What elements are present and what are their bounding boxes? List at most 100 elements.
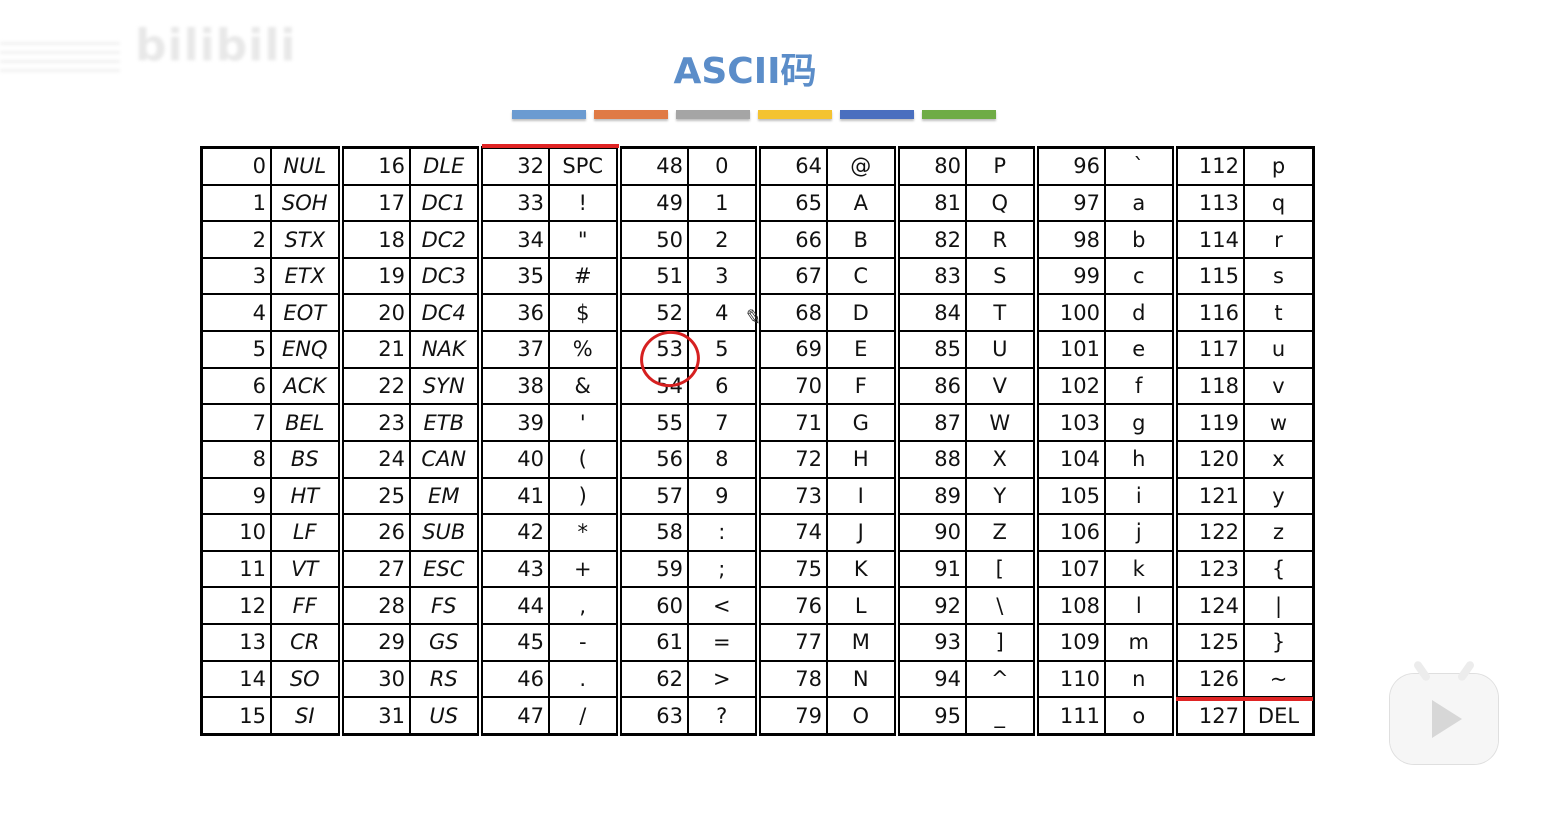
ascii-code: 92	[893, 586, 967, 625]
ascii-char: N	[826, 659, 898, 699]
ascii-code: 24	[337, 439, 411, 479]
ascii-char: &	[548, 366, 620, 406]
table-row: 7 BEL 23 ETB 39 ' 55 7 71 G 87 W 103 g 119 w	[200, 403, 1315, 442]
ascii-code: 47	[476, 696, 550, 736]
ascii-code: 73	[754, 476, 828, 516]
ascii-code: 14	[200, 659, 272, 699]
ascii-char: #	[548, 256, 620, 296]
ascii-char: DLE	[409, 146, 481, 186]
accent-bar	[922, 110, 996, 119]
ascii-char: ^	[965, 659, 1037, 699]
ascii-char: 3	[687, 256, 759, 296]
ascii-char: GS	[409, 622, 481, 662]
ascii-code: 105	[1032, 476, 1106, 516]
ascii-char: h	[1104, 439, 1176, 479]
ascii-code: 50	[615, 220, 689, 259]
table-row: 14 SO 30 RS 46. 62 >78 N 94 ^ 110 n 126 ~	[200, 659, 1315, 699]
ascii-code: 18	[337, 220, 411, 259]
ascii-code: 82	[893, 220, 967, 259]
ascii-char: DC1	[409, 183, 481, 223]
play-icon[interactable]	[1390, 659, 1498, 764]
ascii-char: @	[826, 146, 898, 186]
ascii-code: 127	[1171, 696, 1245, 736]
ascii-code: 19	[337, 256, 411, 296]
ascii-char: u	[1243, 330, 1315, 369]
table-row: 6 ACK 22 SYN 38 & 54 6 70 F 86 V 102 f 118 v	[200, 366, 1315, 406]
ascii-char: HT	[270, 476, 342, 516]
ascii-code: 1	[200, 183, 272, 223]
ascii-table: 0 NUL 16 DLE 32 SPC 48 0 64 @80 P 96 ` 112 p 1 SOH 17 DC1 3…	[200, 146, 1315, 736]
ascii-code: 9	[200, 476, 272, 516]
accent-bars	[512, 110, 996, 120]
ascii-char: f	[1104, 366, 1176, 406]
ascii-char: ?	[687, 696, 759, 736]
ascii-code: 67	[754, 256, 828, 296]
ascii-code: 30	[337, 659, 411, 699]
ascii-code: 107	[1032, 549, 1106, 589]
ascii-char: SO	[270, 659, 342, 699]
ascii-code: 44	[476, 586, 550, 625]
ascii-code: 116	[1171, 293, 1245, 333]
ascii-char: J	[826, 513, 898, 552]
table-row: 2 STX 18 DC2 34 " 50 2 66 B 82 R 98 b 114 r	[200, 220, 1315, 259]
ascii-code: 17	[337, 183, 411, 223]
ascii-char: U	[965, 330, 1037, 369]
ascii-code: 83	[893, 256, 967, 296]
ascii-char: \	[965, 586, 1037, 625]
ascii-char: RS	[409, 659, 481, 699]
ascii-code: 84	[893, 293, 967, 333]
ascii-char: ESC	[409, 549, 481, 589]
ascii-code: 78	[754, 659, 828, 699]
ascii-char: T	[965, 293, 1037, 333]
ascii-char: =	[687, 622, 759, 662]
ascii-char: I	[826, 476, 898, 516]
ascii-code: 94	[893, 659, 967, 699]
ascii-char: EM	[409, 476, 481, 516]
ascii-char: O	[826, 696, 898, 736]
ascii-code: 26	[337, 513, 411, 552]
ascii-char: FF	[270, 586, 342, 625]
ascii-char: m	[1104, 622, 1176, 662]
ascii-char: 7	[687, 403, 759, 442]
ascii-code: 122	[1171, 513, 1245, 552]
ascii-char: X	[965, 439, 1037, 479]
ascii-code: 125	[1171, 622, 1245, 662]
ascii-code: 46	[476, 659, 550, 699]
ascii-char: B	[826, 220, 898, 259]
ascii-char: x	[1243, 439, 1315, 479]
ascii-code: 5	[200, 330, 272, 369]
ascii-code: 12	[200, 586, 272, 625]
ascii-code: 45	[476, 622, 550, 662]
ascii-char: STX	[270, 220, 342, 259]
ascii-char: 6	[687, 366, 759, 406]
highlight-line-top	[482, 144, 619, 148]
table-row: 8 BS 24 CAN 40(56 8 72 H 88 X 104 h 120 x	[200, 439, 1315, 479]
ascii-char: `	[1104, 146, 1176, 186]
ascii-char: FS	[409, 586, 481, 625]
ascii-char: n	[1104, 659, 1176, 699]
ascii-char: q	[1243, 183, 1315, 223]
ascii-char: t	[1243, 293, 1315, 333]
ascii-code: 123	[1171, 549, 1245, 589]
ascii-code: 59	[615, 549, 689, 589]
ascii-code: 27	[337, 549, 411, 589]
ascii-code: 79	[754, 696, 828, 736]
ascii-code: 96	[1032, 146, 1106, 186]
ascii-char: CR	[270, 622, 342, 662]
ascii-char: M	[826, 622, 898, 662]
ascii-char: NAK	[409, 330, 481, 369]
ascii-code: 48	[615, 146, 689, 186]
ascii-code: 10	[200, 513, 272, 552]
ascii-code: 11	[200, 549, 272, 589]
ascii-code: 100	[1032, 293, 1106, 333]
ascii-char: Y	[965, 476, 1037, 516]
ascii-code: 90	[893, 513, 967, 552]
play-badge-ear-right	[1456, 659, 1476, 683]
ascii-char: k	[1104, 549, 1176, 589]
ascii-char: !	[548, 183, 620, 223]
ascii-code: 13	[200, 622, 272, 662]
ascii-char: $	[548, 293, 620, 333]
ascii-code: 4	[200, 293, 272, 333]
ascii-char: w	[1243, 403, 1315, 442]
ascii-code: 43	[476, 549, 550, 589]
